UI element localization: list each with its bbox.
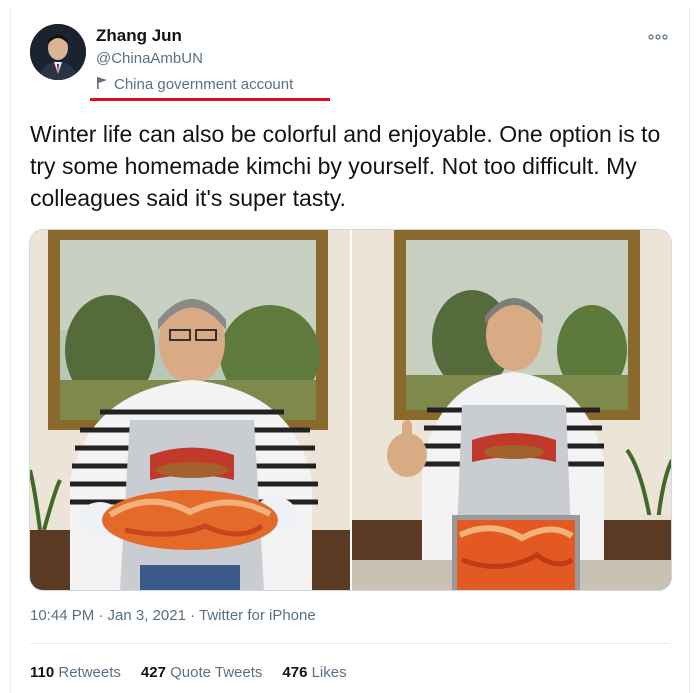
- avatar[interactable]: [30, 24, 86, 80]
- author-handle[interactable]: @ChinaAmbUN: [96, 50, 203, 67]
- tweet-media[interactable]: [29, 229, 672, 591]
- kimchi-photo-left: [30, 230, 350, 590]
- flag-icon: [96, 76, 108, 93]
- quotes-count: 427: [140, 664, 166, 681]
- kimchi-photo-right: [351, 230, 671, 590]
- author-name[interactable]: Zhang Jun: [96, 26, 182, 46]
- quotes-label: Quote Tweets: [170, 664, 263, 681]
- likes-label: Likes: [311, 664, 347, 681]
- tweet-timestamp[interactable]: 10:44 PM · Jan 3, 2021 · Twitter for iPh…: [30, 607, 316, 624]
- retweets-stat[interactable]: 110 Retweets: [30, 664, 121, 681]
- label-underline: [90, 98, 330, 101]
- more-dots-icon[interactable]: [648, 28, 668, 44]
- likes-count: 476: [282, 664, 308, 681]
- account-label[interactable]: China government account: [96, 76, 293, 93]
- retweets-count: 110: [30, 664, 55, 681]
- account-label-text: China government account: [114, 76, 294, 93]
- tweet-stats: 110 Retweets 427 Quote Tweets 476 Likes: [30, 664, 347, 681]
- avatar-portrait: [30, 24, 86, 80]
- tweet-text: Winter life can also be colorful and enj…: [30, 121, 661, 211]
- quotes-stat[interactable]: 427 Quote Tweets: [141, 664, 262, 681]
- likes-stat[interactable]: 476 Likes: [282, 664, 346, 681]
- photo-right[interactable]: [351, 230, 671, 590]
- divider-top: [30, 643, 670, 644]
- retweets-label: Retweets: [58, 664, 121, 681]
- photo-left[interactable]: [30, 230, 350, 590]
